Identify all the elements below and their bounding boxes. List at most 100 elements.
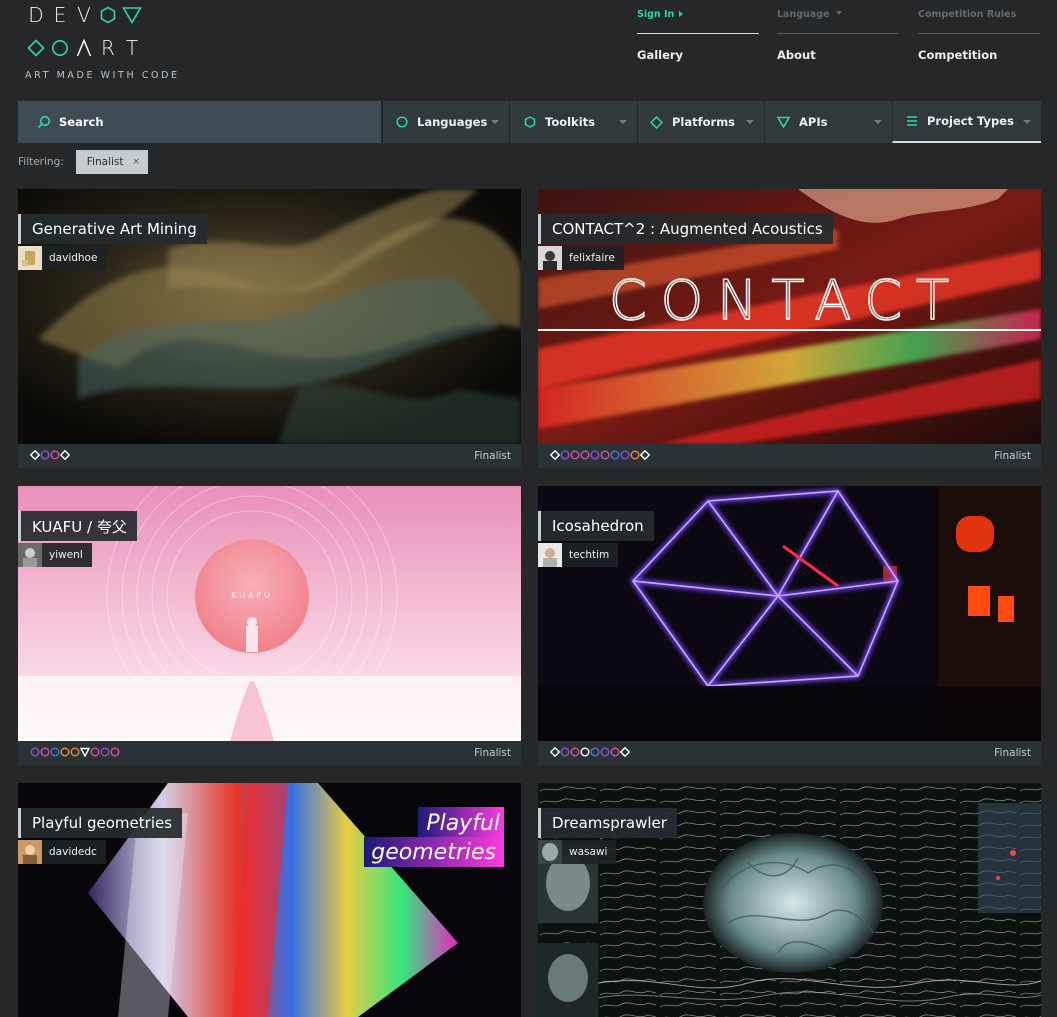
nav-gallery[interactable]: Gallery: [637, 48, 683, 62]
triangle-icon: [120, 4, 144, 26]
project-card[interactable]: Playful geometries Playful geometries da…: [18, 783, 521, 1017]
logo-tagline: ART MADE WITH CODE: [25, 70, 180, 81]
sign-in-link[interactable]: Sign In: [637, 9, 684, 20]
logo-letter-e: E: [53, 3, 67, 27]
circle-icon: [610, 450, 620, 460]
project-thumbnail[interactable]: Playful geometries Playful geometries da…: [18, 783, 521, 1017]
project-title[interactable]: Icosahedron: [538, 511, 654, 541]
filter-languages[interactable]: Languages: [382, 101, 509, 143]
author-badge[interactable]: wasawi: [538, 840, 617, 864]
logo-letter-r: R: [101, 36, 115, 60]
art-overlay-text: geometries: [371, 840, 496, 865]
card-footer: Finalist: [18, 741, 521, 765]
project-title[interactable]: KUAFU / 夸父: [18, 511, 137, 541]
filter-apis[interactable]: APIs: [764, 101, 892, 143]
search-label: Search: [59, 115, 104, 129]
project-thumbnail[interactable]: Dreamsprawler wasawi: [538, 783, 1041, 1017]
project-thumbnail[interactable]: KUAFU KUAFU / 夸父 yiwenl: [18, 486, 521, 741]
circle-icon: [48, 37, 72, 59]
avatar: [538, 543, 562, 567]
author-name: davidhoe: [49, 252, 98, 264]
project-thumbnail[interactable]: Icosahedron techtim: [538, 486, 1041, 741]
circle-icon: [40, 747, 50, 757]
circle-icon: [580, 450, 590, 460]
project-card[interactable]: Generative Art Mining davidhoe Finalist: [18, 189, 521, 468]
competition-rules-link[interactable]: Competition Rules: [918, 9, 1016, 20]
chevron-down-icon: [1023, 120, 1031, 124]
circle-icon: [50, 450, 60, 460]
hexagon-icon: [524, 116, 536, 128]
nav-about[interactable]: About: [777, 48, 816, 62]
project-card[interactable]: CONTACT CONTACT^2 : Augmented Acoustics …: [538, 189, 1041, 468]
author-badge[interactable]: davidedc: [18, 840, 106, 864]
project-card[interactable]: Dreamsprawler wasawi: [538, 783, 1041, 1017]
project-card[interactable]: Icosahedron techtim Finalist: [538, 486, 1041, 765]
diamond-icon: [30, 450, 40, 460]
circle-icon: [560, 450, 570, 460]
tech-tags: [550, 747, 630, 759]
status-badge: Finalist: [994, 747, 1031, 759]
author-name: wasawi: [569, 846, 608, 858]
circle-icon: [570, 747, 580, 757]
circle-icon: [50, 747, 60, 757]
chevron-down-icon: [619, 120, 627, 124]
triangle-icon: [777, 116, 790, 128]
art-overlay-text: CONTACT: [609, 269, 963, 332]
circle-icon: [600, 747, 610, 757]
devart-logo[interactable]: D E V R T ART MADE WITH CODE: [24, 3, 177, 84]
close-icon[interactable]: ×: [133, 157, 141, 167]
active-filters: Filtering: Finalist ×: [18, 150, 149, 174]
art-overlay-text: Playful: [426, 811, 500, 836]
diamond-icon: [550, 747, 560, 757]
filter-project-types[interactable]: Project Types: [892, 101, 1041, 143]
diamond-icon: [650, 115, 663, 129]
nav-competition[interactable]: Competition: [918, 48, 997, 62]
search-input[interactable]: Search: [18, 101, 381, 143]
filter-platforms[interactable]: Platforms: [637, 101, 764, 143]
project-title[interactable]: Generative Art Mining: [18, 214, 207, 244]
circle-icon: [100, 747, 110, 757]
diamond-icon: [550, 450, 560, 460]
circle-icon: [600, 450, 610, 460]
chevron-down-icon: [874, 120, 882, 124]
avatar: [18, 543, 42, 567]
filter-chip-finalist[interactable]: Finalist ×: [75, 150, 149, 174]
project-title[interactable]: Playful geometries: [18, 808, 183, 838]
logo-letter-a: [72, 37, 96, 59]
project-title[interactable]: CONTACT^2 : Augmented Acoustics: [538, 214, 833, 244]
tech-tags: [550, 450, 650, 462]
language-select[interactable]: Language: [777, 9, 843, 20]
author-name: davidedc: [49, 846, 97, 858]
filter-toolkits[interactable]: Toolkits: [509, 101, 637, 143]
nav-divider-active: [637, 33, 759, 34]
tech-tags: [30, 747, 120, 759]
list-icon: [907, 116, 917, 126]
card-footer: Finalist: [538, 741, 1041, 765]
status-badge: Finalist: [474, 450, 511, 462]
author-name: yiwenl: [49, 549, 83, 561]
logo-letter-t: T: [125, 36, 139, 60]
nav-col-competition: Competition Rules Competition: [918, 0, 1040, 70]
circle-icon: [60, 747, 70, 757]
project-thumbnail[interactable]: Generative Art Mining davidhoe: [18, 189, 521, 444]
author-badge[interactable]: felixfaire: [538, 246, 624, 270]
project-title[interactable]: Dreamsprawler: [538, 808, 677, 838]
circle-icon: [396, 116, 408, 128]
nav-divider: [918, 33, 1040, 34]
filter-chip-label: Finalist: [86, 156, 124, 168]
project-thumbnail[interactable]: CONTACT CONTACT^2 : Augmented Acoustics …: [538, 189, 1041, 444]
author-badge[interactable]: davidhoe: [18, 246, 107, 270]
filter-apis-label: APIs: [799, 115, 828, 129]
author-badge[interactable]: techtim: [538, 543, 619, 567]
card-footer: Finalist: [18, 444, 521, 468]
author-badge[interactable]: yiwenl: [18, 543, 92, 567]
avatar: [18, 840, 42, 864]
circle-icon: [590, 450, 600, 460]
chevron-down-icon: [746, 120, 754, 124]
filtering-label: Filtering:: [18, 156, 64, 168]
circle-icon: [580, 747, 590, 757]
project-card[interactable]: KUAFU KUAFU / 夸父 yiwenl Finalist: [18, 486, 521, 765]
circle-icon: [110, 747, 120, 757]
nav-col-about: Language About: [777, 0, 899, 70]
chevron-down-icon: [836, 11, 843, 15]
